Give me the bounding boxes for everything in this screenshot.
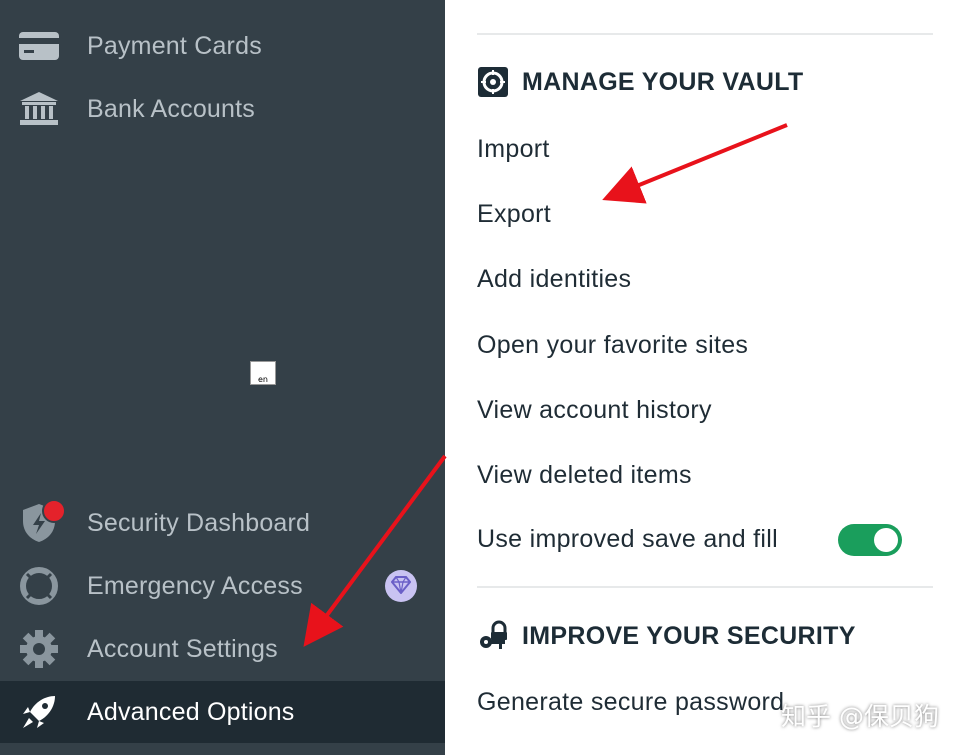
sidebar-item-bank-accounts[interactable]: Bank Accounts xyxy=(0,78,445,140)
toggle-knob xyxy=(874,528,898,552)
advanced-options-panel: MANAGE YOUR VAULT Import Export Add iden… xyxy=(445,0,963,755)
lifebuoy-icon xyxy=(18,565,60,607)
diamond-icon xyxy=(390,572,412,601)
improve-security-heading: IMPROVE YOUR SECURITY xyxy=(477,620,856,652)
save-and-fill-label: Use improved save and fill xyxy=(477,525,778,553)
sidebar-item-security-dashboard[interactable]: Security Dashboard xyxy=(0,492,445,554)
watermark: 知乎 @保贝狗 xyxy=(781,702,939,731)
generate-password-link[interactable]: Generate secure password xyxy=(477,688,784,717)
vault-icon xyxy=(477,66,509,98)
gear-icon xyxy=(18,628,60,670)
view-deleted-items-link[interactable]: View deleted items xyxy=(477,461,692,490)
sidebar-item-label: Bank Accounts xyxy=(87,94,255,123)
open-favorite-sites-link[interactable]: Open your favorite sites xyxy=(477,331,748,360)
manage-vault-heading: MANAGE YOUR VAULT xyxy=(477,66,804,98)
divider xyxy=(477,586,933,588)
sidebar-item-label: Security Dashboard xyxy=(87,508,311,537)
sidebar-item-label: Account Settings xyxy=(87,634,278,663)
language-widget[interactable]: en xyxy=(250,361,276,385)
sidebar-item-advanced-options[interactable]: Advanced Options xyxy=(0,681,445,743)
rocket-icon xyxy=(18,691,60,733)
sidebar-item-emergency-access[interactable]: Emergency Access xyxy=(0,555,445,617)
view-account-history-link[interactable]: View account history xyxy=(477,396,712,425)
save-and-fill-toggle[interactable] xyxy=(838,524,902,556)
credit-card-icon xyxy=(18,25,60,67)
notification-dot xyxy=(42,499,66,523)
export-link[interactable]: Export xyxy=(477,200,551,229)
divider xyxy=(477,33,933,35)
sidebar-item-label: Emergency Access xyxy=(87,571,303,600)
keys-icon xyxy=(477,620,509,652)
sidebar-item-payment-cards[interactable]: Payment Cards xyxy=(0,15,445,77)
import-link[interactable]: Import xyxy=(477,135,550,164)
bank-icon xyxy=(18,88,60,130)
add-identities-link[interactable]: Add identities xyxy=(477,265,631,294)
premium-badge xyxy=(385,570,417,602)
sidebar-item-label: Advanced Options xyxy=(87,697,295,726)
sidebar-item-label: Payment Cards xyxy=(87,31,262,60)
sidebar-item-account-settings[interactable]: Account Settings xyxy=(0,618,445,680)
sidebar: Payment Cards Bank Accounts en Security … xyxy=(0,0,445,755)
